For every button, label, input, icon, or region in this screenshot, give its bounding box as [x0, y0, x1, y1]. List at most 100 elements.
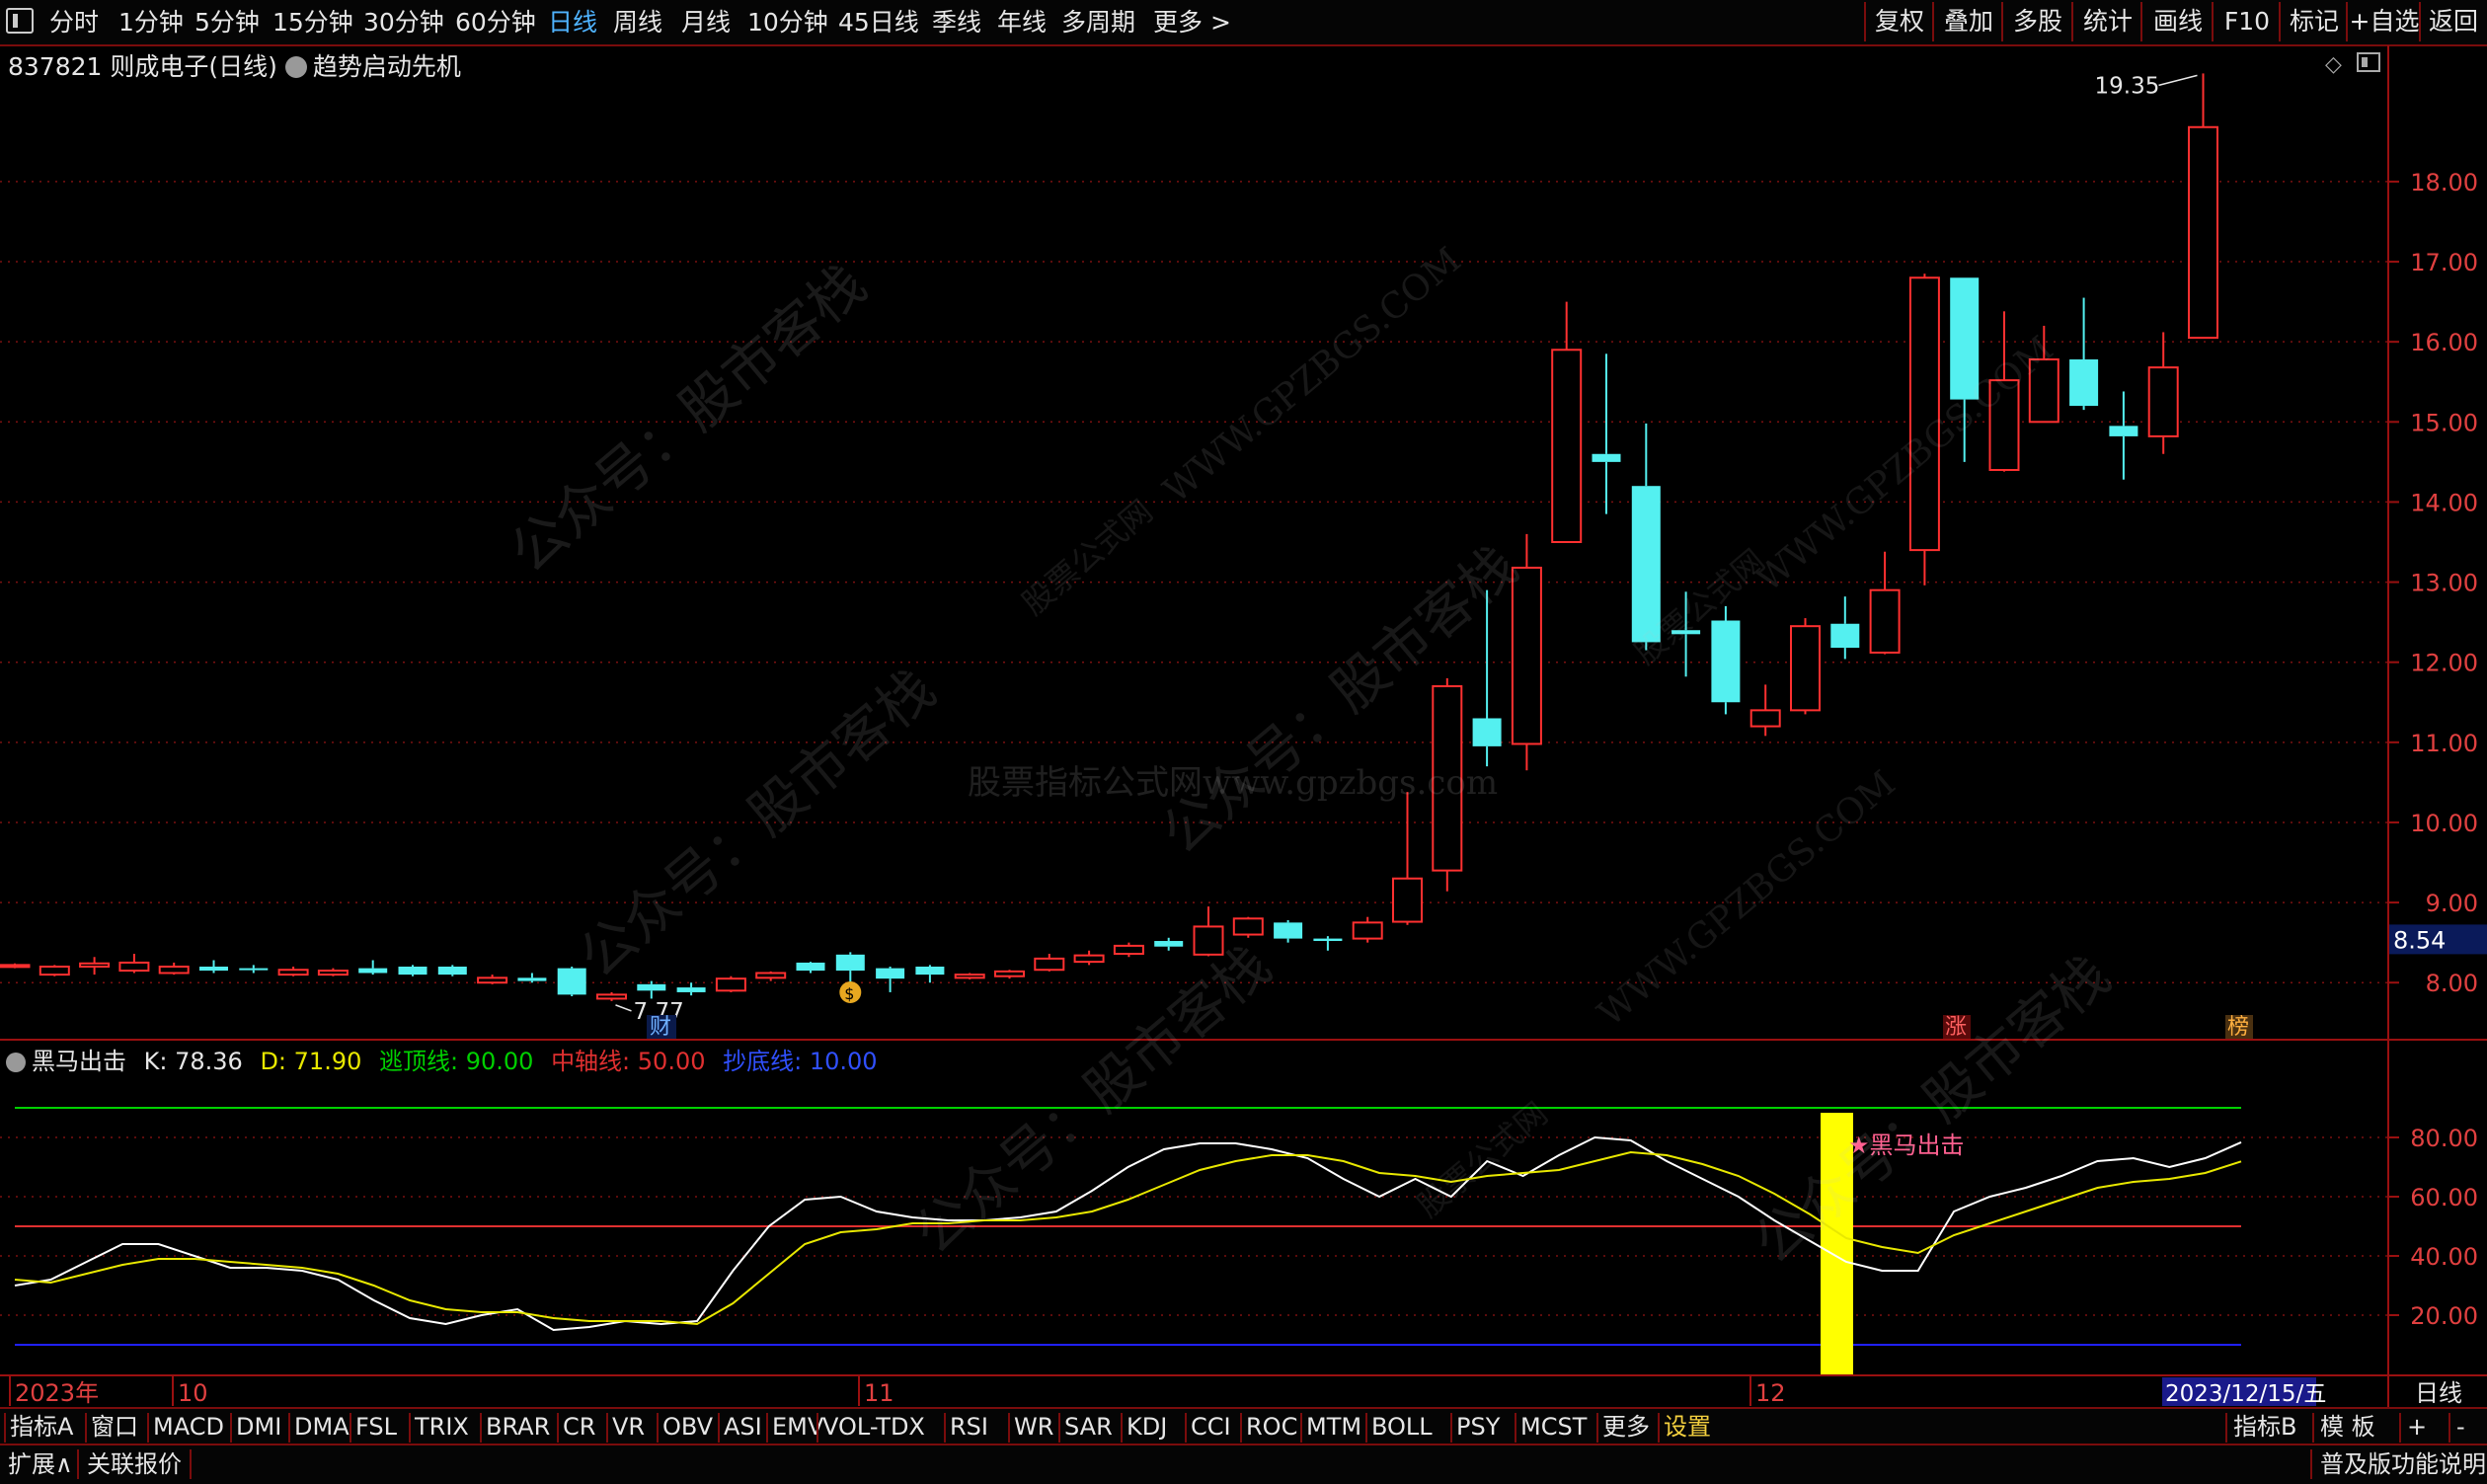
indicator-tab-10[interactable]: OBV: [662, 1409, 713, 1445]
low-arrow: [616, 1005, 632, 1011]
candle: [279, 967, 308, 976]
indicator-tab-23[interactable]: MCST: [1520, 1409, 1587, 1445]
candle: [80, 957, 109, 975]
related-quote-button[interactable]: 关联报价: [87, 1445, 182, 1484]
indicator-tab-13[interactable]: VOL-TDX: [822, 1409, 925, 1445]
indicator-tabs-bar: 指标A窗口MACDDMIDMAFSLTRIXBRARCRVROBVASIEMVV…: [0, 1407, 2487, 1445]
candle: [637, 981, 665, 999]
indicator-tab-1[interactable]: 窗口: [91, 1409, 138, 1445]
svg-text:$: $: [844, 984, 854, 1003]
high-arrow: [2159, 75, 2198, 85]
candle: [1354, 917, 1382, 943]
window-icon-inner: [2362, 57, 2368, 67]
candle: [2189, 73, 2217, 338]
signal-label: ★黑马出击: [1848, 1132, 1965, 1159]
indicator-right-tab-0[interactable]: 指标B: [2233, 1409, 2296, 1445]
indicator-name[interactable]: 黑马出击: [32, 1048, 126, 1075]
candle: [1671, 591, 1700, 676]
indicator-tab-14[interactable]: RSI: [950, 1409, 988, 1445]
candle: [995, 970, 1024, 978]
expand-button[interactable]: 扩展∧: [8, 1445, 73, 1484]
indicator-tab-5[interactable]: FSL: [355, 1409, 397, 1445]
indicator-tab-25[interactable]: 设置: [1664, 1409, 1711, 1445]
mid-line-value: 中轴线: 50.00: [551, 1048, 705, 1075]
time-label: 11: [864, 1379, 894, 1407]
indicator-right-tab-2[interactable]: +: [2407, 1409, 2427, 1445]
indicator-title-row: 黑马出击 K: 78.36 D: 71.90 逃顶线: 90.00 中轴线: 5…: [6, 1042, 878, 1076]
indicator-tab-22[interactable]: PSY: [1456, 1409, 1500, 1445]
indicator-tab-0[interactable]: 指标A: [10, 1409, 73, 1445]
candle: [1950, 277, 1979, 462]
candle: [558, 967, 586, 996]
candle: [358, 960, 387, 975]
indicator-tab-15[interactable]: WR: [1014, 1409, 1053, 1445]
indicator-tab-20[interactable]: MTM: [1306, 1409, 1361, 1445]
indicator-right-tab-3[interactable]: -: [2456, 1409, 2465, 1445]
indicator-tab-7[interactable]: BRAR: [486, 1409, 550, 1445]
candle: [956, 973, 984, 978]
candle: [517, 973, 546, 982]
chart-area[interactable]: ★黑马出击 18.0017.0016.0015.0014.0013.0012.0…: [0, 0, 2487, 1407]
price-axis-label: 10.00: [2410, 810, 2478, 837]
indicator-tab-18[interactable]: CCI: [1191, 1409, 1231, 1445]
indicator-tab-21[interactable]: BOLL: [1371, 1409, 1433, 1445]
indicator-tab-2[interactable]: MACD: [153, 1409, 224, 1445]
diamond-icon[interactable]: ◇: [2325, 52, 2342, 77]
indicator-tab-9[interactable]: VR: [612, 1409, 645, 1445]
candle: [1830, 596, 1859, 659]
candle: [1990, 311, 2019, 471]
window-icon[interactable]: [2358, 53, 2379, 71]
indicator-tab-11[interactable]: ASI: [724, 1409, 762, 1445]
candle: [399, 965, 427, 976]
indicator-tab-4[interactable]: DMA: [294, 1409, 350, 1445]
time-axis: 2023年1011122023/12/15/五日线: [10, 1375, 2462, 1407]
indicator-axis-label: 80.00: [2410, 1125, 2478, 1152]
time-label: 10: [178, 1379, 208, 1407]
price-axis-label: 8.00: [2426, 970, 2478, 997]
candle: [915, 965, 944, 982]
bottom-line-value: 抄底线: 10.00: [723, 1048, 877, 1075]
indicator-menu-icon[interactable]: [6, 1053, 26, 1072]
price-grid: [0, 182, 2399, 982]
candle: [1234, 917, 1263, 938]
candle: [1593, 353, 1621, 513]
price-axis-label: 9.00: [2426, 890, 2478, 917]
candle: [1871, 552, 1900, 655]
help-link[interactable]: 普及版功能说明: [2320, 1445, 2486, 1484]
indicator-right-tab-1[interactable]: 模 板: [2320, 1409, 2375, 1445]
cai-marker: 财: [650, 1015, 671, 1040]
indicator-tab-19[interactable]: ROC: [1246, 1409, 1297, 1445]
candle: [2030, 326, 2059, 422]
d-value: D: 71.90: [260, 1048, 361, 1075]
candle: [1195, 906, 1223, 956]
candle: [199, 960, 228, 973]
bang-marker: 榜: [2227, 1015, 2249, 1040]
series-K-line: [15, 1137, 2241, 1330]
time-label: 12: [1755, 1379, 1786, 1407]
candle: [797, 962, 825, 973]
price-axis-label: 15.00: [2410, 409, 2478, 436]
candle: [478, 975, 506, 984]
indicator-tab-3[interactable]: DMI: [236, 1409, 281, 1445]
indicator-tab-16[interactable]: SAR: [1064, 1409, 1113, 1445]
indicator-axis-label: 40.00: [2410, 1243, 2478, 1271]
candle: [1075, 951, 1104, 966]
candle: [717, 976, 745, 992]
price-axis-label: 13.00: [2410, 570, 2478, 597]
indicator-tab-6[interactable]: TRIX: [415, 1409, 469, 1445]
price-axis-label: 11.00: [2410, 730, 2478, 757]
period-label: 日线: [2415, 1379, 2462, 1407]
candle: [1274, 920, 1302, 943]
candle: [1632, 424, 1661, 651]
candle: [597, 992, 626, 1001]
zhang-marker: 涨: [1945, 1015, 1967, 1040]
indicator-tab-17[interactable]: KDJ: [1127, 1409, 1167, 1445]
indicator-tab-24[interactable]: 更多: [1602, 1409, 1650, 1445]
indicator-tab-8[interactable]: CR: [563, 1409, 595, 1445]
candle: [1473, 590, 1502, 766]
indicator-axis-label: 20.00: [2410, 1302, 2478, 1330]
candle: [677, 982, 706, 995]
top-line-value: 逃顶线: 90.00: [379, 1048, 533, 1075]
candle: [2109, 391, 2137, 479]
candle: [239, 965, 268, 973]
